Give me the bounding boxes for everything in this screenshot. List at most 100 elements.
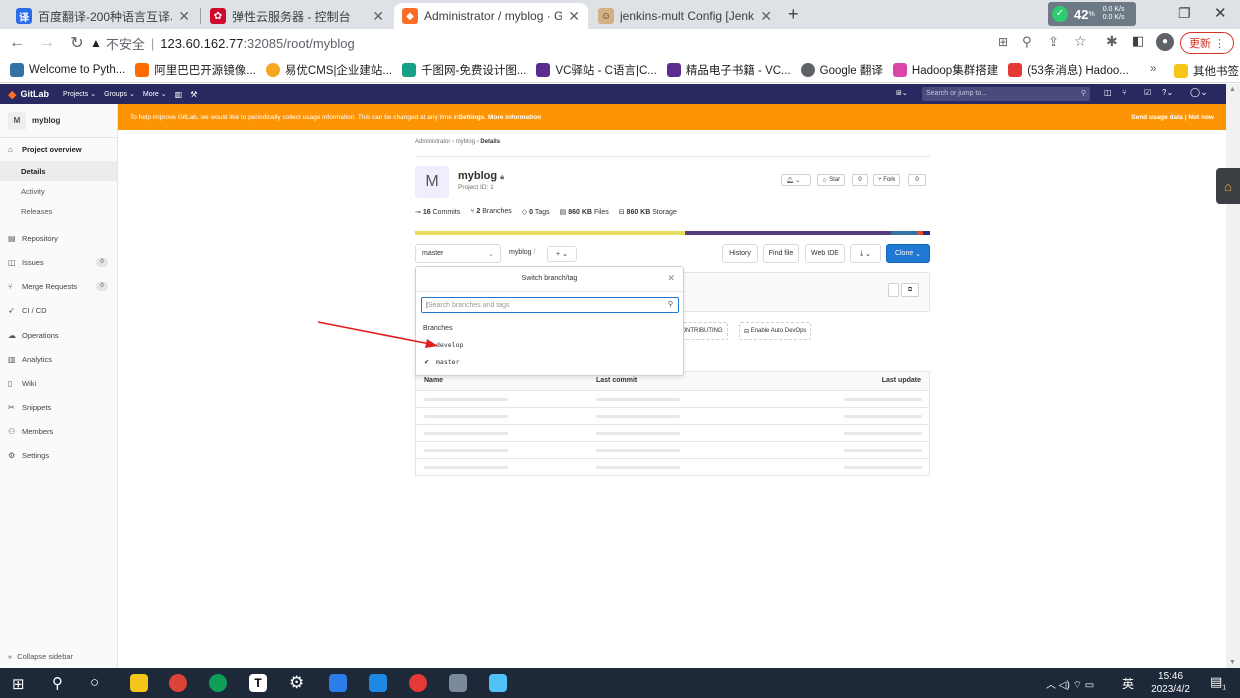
clone-button[interactable]: Clone ⌄ [886, 244, 930, 263]
sidebar-item-settings[interactable]: ⚙ Settings [0, 445, 117, 465]
not-now-button[interactable]: Not now [1188, 114, 1214, 121]
repository-languages-bar[interactable] [415, 231, 930, 235]
chrome-icon[interactable] [169, 674, 187, 692]
forward-arrow-icon[interactable]: → [36, 34, 58, 52]
todo-icon[interactable]: ☑ [1144, 88, 1151, 97]
tab-jenkins[interactable]: ☺ jenkins-mult Config [Jenkins] ✕ [590, 3, 780, 29]
scroll-up-icon[interactable]: ▲ [1229, 86, 1236, 93]
tags-stat[interactable]: ◇ 0 Tags [522, 208, 550, 216]
breadcrumb-administrator[interactable]: Administrator [415, 139, 450, 145]
nav-projects[interactable]: Projects ⌄ [63, 90, 96, 98]
typora-icon[interactable]: T [249, 674, 267, 692]
bookmark-item[interactable]: 易优CMS|企业建站... [265, 62, 392, 78]
wrench-icon[interactable]: ⚒ [190, 90, 197, 99]
sidebar-item-wiki[interactable]: ▯ Wiki [0, 373, 117, 393]
system-tray-icons[interactable]: ︿ ◁) ⌔ ▭ [1046, 676, 1094, 692]
branches-stat[interactable]: ⑂ 2 Branches [470, 208, 512, 216]
language-segment[interactable] [923, 231, 930, 235]
translate-icon[interactable]: ⊞ [998, 35, 1008, 49]
tab-huawei-cloud[interactable]: ✿ 弹性云服务器 - 控制台 ✕ [202, 3, 392, 29]
bookmark-item[interactable]: Hadoop集群搭建 [892, 62, 998, 78]
fork-count[interactable]: 0 [908, 174, 926, 186]
sidebar-item-members[interactable]: ⚇ Members [0, 421, 117, 441]
close-icon[interactable]: ✕ [760, 8, 772, 25]
commits-stat[interactable]: ⊸ 16 Commits [415, 208, 460, 216]
user-avatar-icon[interactable]: ◯⌄ [1190, 87, 1208, 98]
vmware-icon[interactable] [449, 674, 467, 692]
close-icon[interactable]: ✕ [372, 8, 384, 25]
task-view-icon[interactable]: ○ [90, 674, 99, 691]
bookmark-item[interactable]: (53条消息) Hadoo... [1008, 62, 1129, 78]
collapse-sidebar-button[interactable]: « Collapse sidebar [0, 646, 117, 666]
tab-gitlab[interactable]: ◆ Administrator / myblog · GitLab ✕ [394, 3, 588, 29]
add-to-tree-button[interactable]: + ⌄ [547, 246, 577, 262]
scroll-down-icon[interactable]: ▼ [1229, 659, 1236, 666]
plus-square-icon[interactable]: ⊞⌄ [896, 89, 908, 97]
notepad-icon[interactable] [489, 674, 507, 692]
gitlab-brand[interactable]: GitLab [20, 89, 49, 99]
bookmark-item[interactable]: Google 翻译 [800, 62, 883, 78]
history-button[interactable]: History [722, 244, 758, 263]
sidebar-item-merge-requests[interactable]: ⑂ Merge Requests 0 [0, 276, 117, 296]
sidebar-item-snippets[interactable]: ✂ Snippets [0, 397, 117, 417]
app-icon[interactable] [409, 674, 427, 692]
sidebar-project-header[interactable]: M myblog [0, 104, 117, 138]
address-bar[interactable]: ▲ 不安全 | 123.60.162.77 :32085/root/myblog [90, 32, 990, 54]
close-icon[interactable]: ✕ [568, 8, 580, 25]
reload-icon[interactable]: ↻ [66, 33, 88, 53]
other-bookmarks[interactable]: 其他书签 [1174, 63, 1239, 79]
bookmark-item[interactable]: VC驿站 - C语言|C... [536, 62, 657, 78]
bookmarks-overflow[interactable]: » [1150, 63, 1156, 75]
new-tab-button[interactable]: + [788, 4, 799, 25]
zoom-icon[interactable]: ⚲ [1022, 34, 1032, 50]
feishu-icon[interactable] [329, 674, 347, 692]
sidebar-item-details[interactable]: Details [0, 161, 117, 181]
star-icon[interactable]: ☆ [1074, 33, 1087, 50]
bookmark-item[interactable]: 精品电子书籍 - VC... [666, 62, 791, 78]
language-segment[interactable] [415, 231, 686, 235]
breadcrumb-myblog[interactable]: myblog [456, 139, 475, 145]
sidebar-item-releases[interactable]: Releases [0, 201, 117, 221]
notification-dropdown[interactable]: 🔔︎ ⌄ [781, 174, 811, 186]
gitlab-logo-icon[interactable]: ◆ [8, 88, 16, 101]
update-button[interactable]: 更新 ⋮ [1180, 32, 1234, 54]
find-file-button[interactable]: Find file [763, 244, 799, 263]
notification-icon[interactable]: ▤1 [1210, 674, 1226, 692]
close-icon[interactable]: ✕ [667, 273, 675, 284]
settings-link[interactable]: Settings [459, 114, 485, 121]
windows-start-icon[interactable]: ⊞ [12, 675, 25, 693]
send-usage-data-button[interactable]: Send usage data [1131, 114, 1183, 121]
help-icon[interactable]: ?⌄ [1162, 88, 1173, 97]
sidepanel-icon[interactable]: ◧ [1132, 33, 1144, 49]
web-ide-button[interactable]: Web IDE [805, 244, 845, 263]
extensions-icon[interactable]: ✱ [1106, 33, 1118, 50]
language-segment[interactable] [685, 231, 892, 235]
clock[interactable]: 15:46 2023/4/2 [1151, 670, 1190, 696]
search-icon[interactable]: ⚲ [52, 674, 63, 692]
sidebar-item-ci-cd[interactable]: ➶ CI / CD [0, 300, 117, 320]
profile-avatar-icon[interactable]: ● [1156, 33, 1174, 51]
close-icon[interactable]: ✕ [178, 8, 190, 25]
sidebar-item-operations[interactable]: ☁ Operations [0, 325, 117, 345]
branch-selector[interactable]: master ⌄ [415, 244, 501, 263]
star-count[interactable]: 0 [852, 174, 868, 186]
copy-sha-button[interactable]: ⧉ [901, 283, 919, 297]
search-input[interactable]: Search or jump to... ⚲ [922, 87, 1090, 101]
issues-icon[interactable]: ◫ [1104, 88, 1112, 97]
fork-button[interactable]: ⑂ Fork [873, 174, 901, 186]
close-window-button[interactable]: ✕ [1214, 4, 1227, 22]
chart-icon[interactable]: ▥ [175, 90, 183, 99]
bookmark-item[interactable]: Welcome to Pyth... [10, 62, 125, 77]
file-explorer-icon[interactable] [130, 674, 148, 692]
sidebar-item-issues[interactable]: ◫ Issues 0 [0, 252, 117, 272]
breadcrumb-details[interactable]: Details [480, 139, 500, 145]
share-icon[interactable]: ⇪ [1048, 34, 1059, 50]
bookmark-item[interactable]: 阿里巴巴开源镜像... [135, 62, 256, 78]
branch-item-master[interactable]: ✔ master [424, 358, 459, 366]
edge-icon[interactable] [209, 674, 227, 692]
back-arrow-icon[interactable]: ← [6, 34, 28, 52]
network-monitor-widget[interactable]: ✓ 42% 0.0 K/s 0.0 K/s [1048, 2, 1136, 26]
merge-request-icon[interactable]: ⑂ [1122, 88, 1127, 97]
sidebar-item-repository[interactable]: ▤ Repository [0, 228, 117, 248]
nav-groups[interactable]: Groups ⌄ [104, 90, 135, 98]
